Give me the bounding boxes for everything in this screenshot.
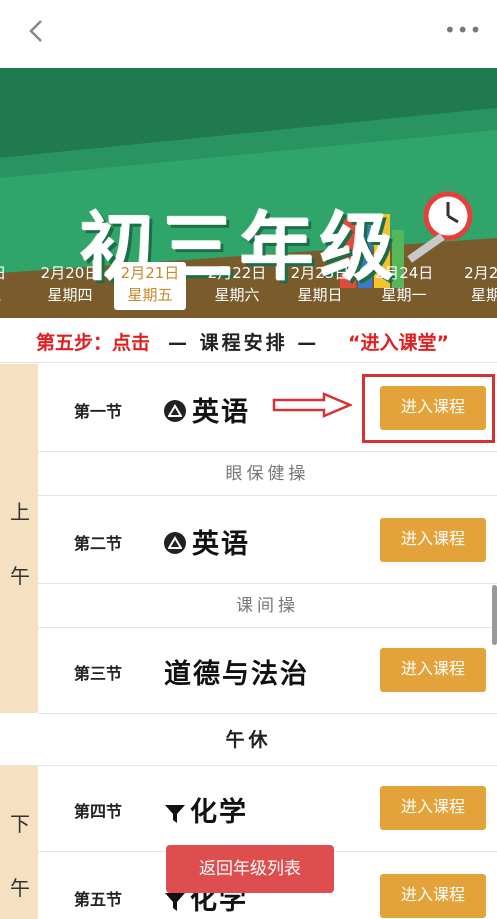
subject-name: 英语 <box>192 397 250 428</box>
date-tab[interactable]: 2月24日 星期一 <box>368 262 440 310</box>
date-label: 2月23日 <box>290 264 350 282</box>
highlight-box <box>362 374 495 443</box>
enter-course-button[interactable]: 进入课程 <box>380 648 486 692</box>
lesson-row: 第二节 英语 进入课程 <box>38 496 497 584</box>
eye-exercise-break: 眼保健操 <box>38 452 497 496</box>
lesson-number: 第二节 <box>74 534 123 553</box>
lesson-subject: 英语 <box>164 390 250 429</box>
afternoon-band: 下 午 <box>0 766 38 919</box>
lesson-number: 第五节 <box>74 890 123 909</box>
date-tab[interactable]: 2月23日 星期日 <box>284 262 356 310</box>
triangle-circle-icon <box>164 399 186 422</box>
return-grade-list-button[interactable]: 返回年级列表 <box>166 845 334 893</box>
date-label: 2月21日 <box>120 264 180 282</box>
triangle-circle-icon <box>164 531 186 554</box>
lesson-number: 第四节 <box>74 802 123 821</box>
noon-break: 午休 <box>0 714 497 766</box>
morning-band: 上 午 <box>0 364 38 713</box>
subject-name: 英语 <box>192 529 250 560</box>
date-tab[interactable]: 0日 三 <box>0 262 30 310</box>
afternoon-char: 下 <box>10 812 30 836</box>
date-label: 2月24日 <box>374 264 434 282</box>
lesson-subject: 英语 <box>164 522 250 561</box>
schedule-header: 第五步：点击 — 课程安排 — “进入课堂” <box>0 318 497 363</box>
lesson-subject: 化学 <box>164 790 248 829</box>
weekday-label: 三 <box>0 284 30 306</box>
weekday-label: 星期四 <box>47 286 93 304</box>
schedule-title: — 课程安排 — <box>168 332 320 354</box>
lesson-number: 第一节 <box>74 402 123 421</box>
weekday-label: 星期六 <box>214 286 260 304</box>
scrollbar[interactable] <box>492 585 497 645</box>
date-tab[interactable]: 2月25 星期 <box>450 262 497 310</box>
date-label: 2月20日 <box>40 264 100 282</box>
morning-char: 上 <box>10 500 30 524</box>
weekday-label: 星期一 <box>381 286 427 304</box>
enter-course-button[interactable]: 进入课程 <box>380 518 486 562</box>
weekday-label: 星期日 <box>297 286 343 304</box>
date-tab[interactable]: 2月22日 星期六 <box>201 262 273 310</box>
date-label: 0日 <box>0 262 30 284</box>
subject-name: 道德与法治 <box>164 659 309 690</box>
exercise-break: 课间操 <box>38 584 497 628</box>
morning-char: 午 <box>10 564 30 588</box>
date-tab-active[interactable]: 2月21日 星期五 <box>114 262 186 310</box>
date-tab[interactable]: 2月20日 星期四 <box>34 262 106 310</box>
enter-course-button[interactable]: 进入课程 <box>380 874 486 918</box>
date-label: 2月22日 <box>207 264 267 282</box>
arrow-annotation <box>272 392 354 422</box>
lesson-number: 第三节 <box>74 664 123 683</box>
enter-classroom-hint: “进入课堂” <box>348 332 449 354</box>
date-label: 2月25 <box>464 264 497 282</box>
top-bar: ••• <box>0 0 497 68</box>
more-icon[interactable]: ••• <box>444 18 482 42</box>
afternoon-char: 午 <box>10 876 30 900</box>
date-selector: 0日 三 2月20日 星期四 2月21日 星期五 2月22日 星期六 2月23日… <box>0 262 497 314</box>
funnel-icon <box>164 800 186 823</box>
lesson-row: 第三节 道德与法治 进入课程 <box>38 628 497 714</box>
lesson-row: 第四节 化学 进入课程 <box>38 766 497 852</box>
back-icon[interactable] <box>22 16 52 46</box>
weekday-label: 星期 <box>470 286 497 304</box>
weekday-label: 星期五 <box>127 286 173 304</box>
subject-name: 化学 <box>190 797 248 828</box>
step-instruction: 第五步：点击 <box>36 332 151 354</box>
enter-course-button[interactable]: 进入课程 <box>380 786 486 830</box>
